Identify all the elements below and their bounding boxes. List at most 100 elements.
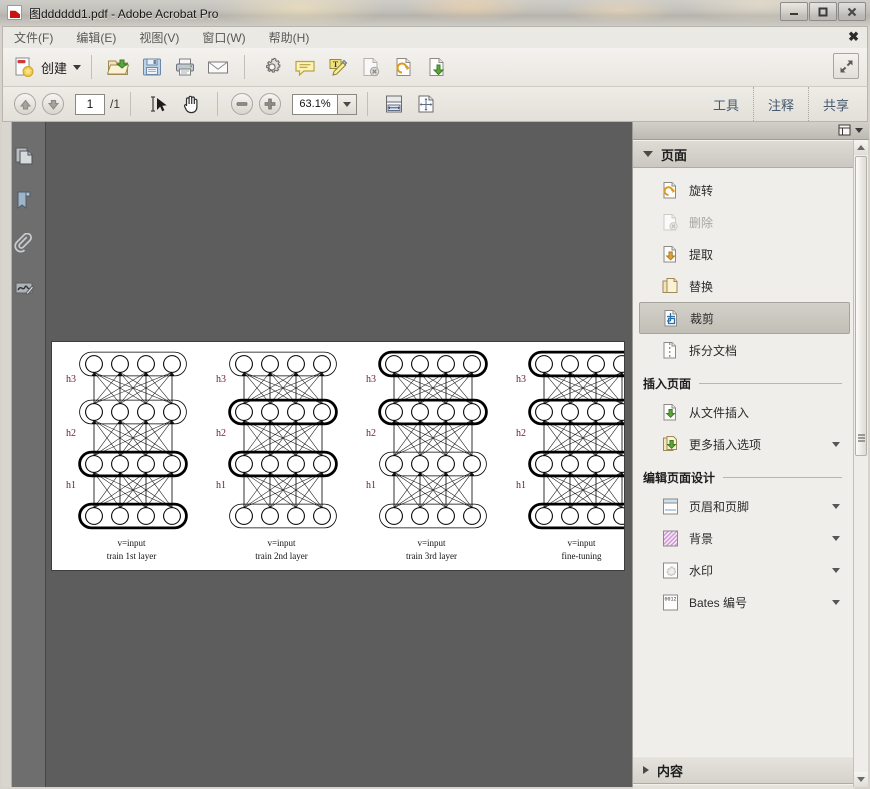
page-extract-icon [429, 58, 444, 76]
scrollbar-thumb[interactable] [855, 156, 867, 456]
chevron-down-icon[interactable] [73, 64, 82, 70]
close-button[interactable] [838, 2, 866, 21]
pdf-page[interactable]: v=input train 1st layer h3 h2 h1 v=input… [52, 342, 632, 570]
fit-page-button[interactable] [413, 91, 439, 117]
print-button[interactable] [170, 53, 199, 81]
pane-resize-grip[interactable] [857, 432, 866, 446]
nav-separator-3 [367, 92, 369, 116]
chevron-right-icon [643, 766, 649, 774]
tool-split-document[interactable]: 拆分文档 [633, 334, 854, 366]
section-content-header[interactable]: 内容 [633, 756, 854, 784]
create-pdf-icon [15, 57, 34, 77]
menu-file[interactable]: 文件(F) [11, 28, 56, 47]
acrobat-icon [7, 5, 23, 21]
chevron-down-icon[interactable] [832, 535, 840, 541]
minimize-button[interactable] [780, 2, 808, 21]
rotate-page-button[interactable] [389, 53, 418, 81]
menu-window[interactable]: 窗口(W) [199, 28, 248, 47]
scroll-up-button[interactable] [854, 140, 868, 155]
tool-header-footer[interactable]: 页眉和页脚 [633, 490, 854, 522]
page-navigation-toolbar: 1 /1 63.1% 工具 注释 共享 [2, 86, 868, 122]
close-document-button[interactable]: ✖ [848, 30, 859, 44]
add-comment-button[interactable] [290, 53, 319, 81]
hand-tool-button[interactable] [176, 90, 205, 118]
chevron-down-icon[interactable] [832, 599, 840, 605]
panel-1-caption-line1: v=input [117, 538, 146, 548]
page-delete-icon [363, 58, 379, 77]
zoom-level-dropdown[interactable] [338, 93, 358, 115]
email-button[interactable] [203, 53, 232, 81]
chevron-down-icon[interactable] [832, 503, 840, 509]
chevron-down-icon[interactable] [832, 567, 840, 573]
tool-insert-from-file-label: 从文件插入 [689, 405, 750, 420]
text-edit-button[interactable]: T [323, 53, 352, 81]
next-page-button[interactable] [42, 93, 64, 115]
tool-bates-numbering[interactable]: 0012 Bates 编号 [633, 586, 854, 618]
bookmark-icon [17, 191, 31, 209]
arrow-down-icon [47, 99, 59, 110]
page-number-input[interactable]: 1 [75, 93, 105, 115]
menu-help[interactable]: 帮助(H) [266, 28, 313, 47]
gear-icon [265, 57, 281, 73]
tool-rotate[interactable]: 旋转 [633, 174, 854, 206]
previous-page-button[interactable] [14, 93, 36, 115]
bates-numbering-icon: 0012 [661, 593, 680, 612]
page-total-label: /1 [110, 97, 121, 111]
chevron-down-icon[interactable] [832, 441, 840, 447]
zoom-level-input[interactable]: 63.1% [292, 93, 339, 115]
nav-separator-1 [130, 92, 132, 116]
panel-3-caption-line2: train 3rd layer [406, 551, 457, 561]
text-select-cursor-icon [150, 96, 167, 112]
header-footer-icon [661, 497, 680, 516]
insert-file-icon [661, 403, 680, 422]
background-icon [661, 529, 680, 548]
panel-2-caption-line2: train 2nd layer [255, 551, 308, 561]
tool-split-document-label: 拆分文档 [689, 343, 738, 358]
group-divider [699, 382, 842, 384]
tool-extract[interactable]: 提取 [633, 238, 854, 270]
menu-view[interactable]: 视图(V) [136, 28, 182, 47]
tool-background[interactable]: 背景 [633, 522, 854, 554]
tab-tools[interactable]: 工具 [699, 87, 753, 121]
fit-page-icon [418, 95, 434, 113]
panel-4-caption-line2: fine-tuning [561, 551, 602, 561]
panel-3-label-h2: h2 [366, 428, 376, 439]
tools-pane: 页面 旋转 删除 提取 替换 裁剪 拆分文档 插入页面 从文件插入 更多插入选项… [632, 122, 869, 789]
extract-page-button[interactable] [422, 53, 451, 81]
page-rotate-icon [396, 58, 411, 76]
tool-insert-from-file[interactable]: 从文件插入 [633, 396, 854, 428]
fit-width-button[interactable] [381, 91, 407, 117]
tool-more-insert-options[interactable]: 更多插入选项 [633, 428, 854, 460]
tab-comment[interactable]: 注释 [752, 87, 808, 121]
create-button[interactable]: 创建 [13, 56, 82, 78]
tool-watermark[interactable]: 水印 [633, 554, 854, 586]
tool-replace[interactable]: 替换 [633, 270, 854, 302]
document-view[interactable]: v=input train 1st layer h3 h2 h1 v=input… [46, 122, 632, 787]
panel-3-caption-line1: v=input [417, 538, 446, 548]
scroll-down-button[interactable] [854, 772, 868, 787]
hand-icon [183, 95, 198, 114]
section-pages-header[interactable]: 页面 [633, 140, 854, 168]
panel-options-icon[interactable] [838, 124, 863, 137]
more-insert-icon [661, 435, 680, 454]
delete-page-button[interactable] [356, 53, 385, 81]
tools-pane-scrollbar[interactable] [853, 140, 868, 787]
tool-crop[interactable]: 裁剪 [639, 302, 850, 334]
panel-3-label-h3: h3 [366, 374, 376, 385]
open-folder-icon [106, 59, 129, 75]
edit-page-design-group-title: 编辑页面设计 [643, 470, 716, 485]
fullscreen-button[interactable] [833, 53, 859, 79]
maximize-button[interactable] [809, 2, 837, 21]
panel-2-label-h2: h2 [216, 428, 226, 439]
tab-share[interactable]: 共享 [807, 87, 863, 121]
menu-edit[interactable]: 编辑(E) [73, 28, 119, 47]
zoom-in-button[interactable] [259, 93, 282, 115]
section-forms-header[interactable]: 表单 [633, 784, 854, 789]
page-delete-icon [661, 213, 680, 232]
open-file-button[interactable] [104, 53, 133, 81]
select-tool-button[interactable] [143, 90, 172, 118]
fit-width-icon [386, 95, 403, 113]
zoom-out-button[interactable] [231, 93, 254, 115]
settings-button[interactable] [257, 53, 286, 81]
save-button[interactable] [137, 53, 166, 81]
